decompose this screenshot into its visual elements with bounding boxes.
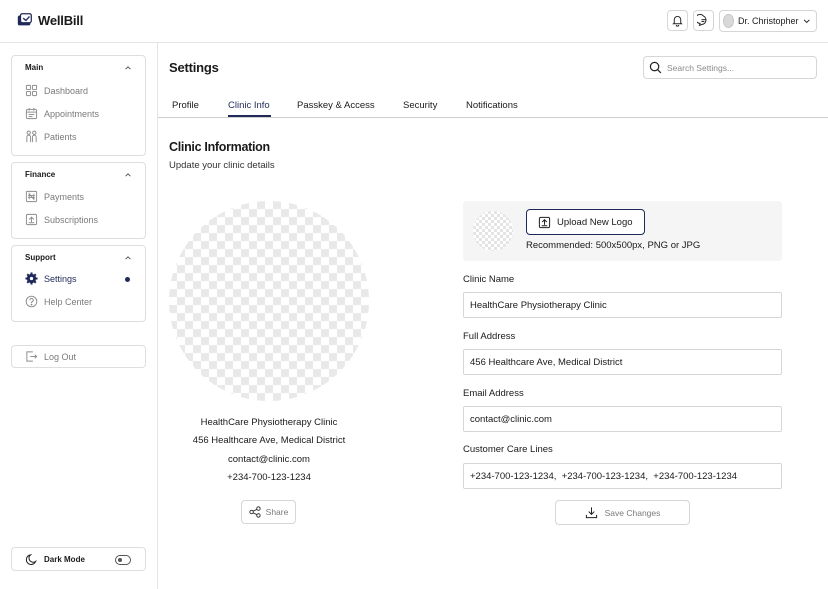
sidebar: Main Dashboard Appointments Patients Fin… — [0, 43, 158, 589]
sidebar-item-label: Payments — [44, 191, 85, 202]
sidebar-item-label: Dashboard — [44, 85, 89, 96]
download-icon — [585, 507, 597, 519]
sidebar-section-support: Support Settings Help Center — [11, 245, 146, 322]
user-name: Dr. Christopher — [737, 16, 799, 26]
email-address-field[interactable] — [463, 406, 782, 432]
chevron-up-icon[interactable] — [124, 171, 132, 179]
email-address-label: Email Address — [463, 388, 524, 399]
preview-phone: +234-700-123-1234 — [227, 472, 311, 483]
users-icon — [26, 130, 37, 143]
bell-icon — [672, 16, 683, 27]
sidebar-item-label: Patients — [44, 131, 77, 142]
active-tab-indicator — [228, 115, 271, 117]
page-title: Settings — [169, 60, 219, 75]
full-address-field[interactable] — [463, 349, 782, 375]
moon-icon — [25, 553, 37, 565]
upload-logo-label: Upload New Logo — [557, 216, 633, 228]
sidebar-item-appointments[interactable]: Appointments — [25, 107, 99, 120]
calendar-icon — [25, 107, 38, 120]
brand-name: WellBill — [38, 12, 84, 28]
current-logo-thumbnail — [473, 211, 513, 251]
share-label: Share — [265, 507, 289, 517]
sidebar-item-label: Help Center — [44, 296, 93, 307]
upload-logo-button[interactable]: Upload New Logo — [526, 209, 645, 235]
sidebar-item-patients[interactable]: Patients — [25, 130, 77, 143]
brand-logo[interactable]: WellBill — [16, 11, 83, 29]
clinic-name-label: Clinic Name — [463, 274, 515, 285]
sidebar-section-title: Support — [25, 253, 56, 262]
tab-passkey-access[interactable]: Passkey & Access — [297, 100, 375, 111]
customer-care-lines-field[interactable] — [463, 463, 782, 489]
share-button[interactable]: Share — [241, 500, 296, 524]
preview-address: 456 Healthcare Ave, Medical District — [192, 435, 346, 446]
sidebar-section-main: Main Dashboard Appointments Patients — [11, 55, 146, 156]
notifications-button[interactable] — [667, 10, 688, 31]
subscriptions-icon — [25, 213, 38, 226]
clinic-logo-preview — [169, 201, 369, 401]
full-address-label: Full Address — [463, 331, 516, 342]
sidebar-item-label: Subscriptions — [44, 214, 99, 225]
search-input[interactable] — [667, 62, 807, 73]
tab-profile[interactable]: Profile — [172, 100, 199, 111]
sidebar-item-help-center[interactable]: Help Center — [25, 295, 92, 308]
section-title: Clinic Information — [169, 140, 270, 154]
dark-mode-row: Dark Mode — [11, 547, 146, 571]
chevron-up-icon[interactable] — [124, 64, 132, 72]
logout-icon — [26, 351, 38, 362]
logout-button[interactable]: Log Out — [11, 345, 146, 368]
logout-label: Log Out — [44, 351, 77, 362]
sidebar-section-finance: Finance Payments Subscriptions — [11, 162, 146, 239]
avatar — [723, 14, 734, 28]
save-changes-label: Save Changes — [604, 507, 661, 518]
help-icon — [25, 295, 38, 308]
search-box[interactable] — [643, 56, 817, 79]
share-icon — [249, 506, 261, 518]
naira-icon — [25, 190, 38, 203]
sidebar-item-settings[interactable]: Settings — [25, 272, 77, 285]
messages-button[interactable] — [693, 10, 714, 31]
preview-email: contact@clinic.com — [228, 454, 310, 465]
tab-notifications[interactable]: Notifications — [466, 100, 518, 111]
preview-clinic-name: HealthCare Physiotherapy Clinic — [200, 417, 338, 428]
upload-icon — [538, 216, 551, 228]
wellbill-logo-icon — [17, 13, 32, 26]
sidebar-item-subscriptions[interactable]: Subscriptions — [25, 213, 98, 226]
sidebar-item-label: Settings — [44, 273, 77, 284]
upload-hint: Recommended: 500x500px, PNG or JPG — [526, 240, 701, 251]
sidebar-item-dashboard[interactable]: Dashboard — [25, 84, 88, 97]
top-bar: WellBill Dr. Christopher — [0, 0, 828, 43]
chevron-up-icon[interactable] — [124, 254, 132, 262]
user-menu-button[interactable]: Dr. Christopher — [719, 10, 817, 32]
chat-icon — [697, 14, 707, 27]
section-subtitle: Update your clinic details — [169, 160, 275, 171]
sidebar-item-payments[interactable]: Payments — [25, 190, 84, 203]
search-icon — [649, 61, 662, 74]
chevron-down-icon — [803, 19, 810, 24]
clinic-name-field[interactable] — [463, 292, 782, 318]
gear-icon — [25, 272, 38, 285]
dark-mode-label: Dark Mode — [44, 554, 85, 564]
tab-clinic-info[interactable]: Clinic Info — [228, 100, 270, 111]
customer-care-lines-label: Customer Care Lines — [463, 444, 553, 455]
dashboard-icon — [25, 84, 38, 97]
tab-security[interactable]: Security — [403, 100, 437, 111]
sidebar-section-title: Finance — [25, 170, 56, 179]
sidebar-item-label: Appointments — [44, 108, 100, 119]
save-changes-button[interactable]: Save Changes — [555, 500, 690, 525]
active-indicator — [125, 277, 130, 282]
sidebar-section-title: Main — [25, 63, 44, 72]
logo-upload-panel: Upload New Logo Recommended: 500x500px, … — [463, 201, 782, 261]
dark-mode-toggle[interactable] — [115, 555, 131, 565]
